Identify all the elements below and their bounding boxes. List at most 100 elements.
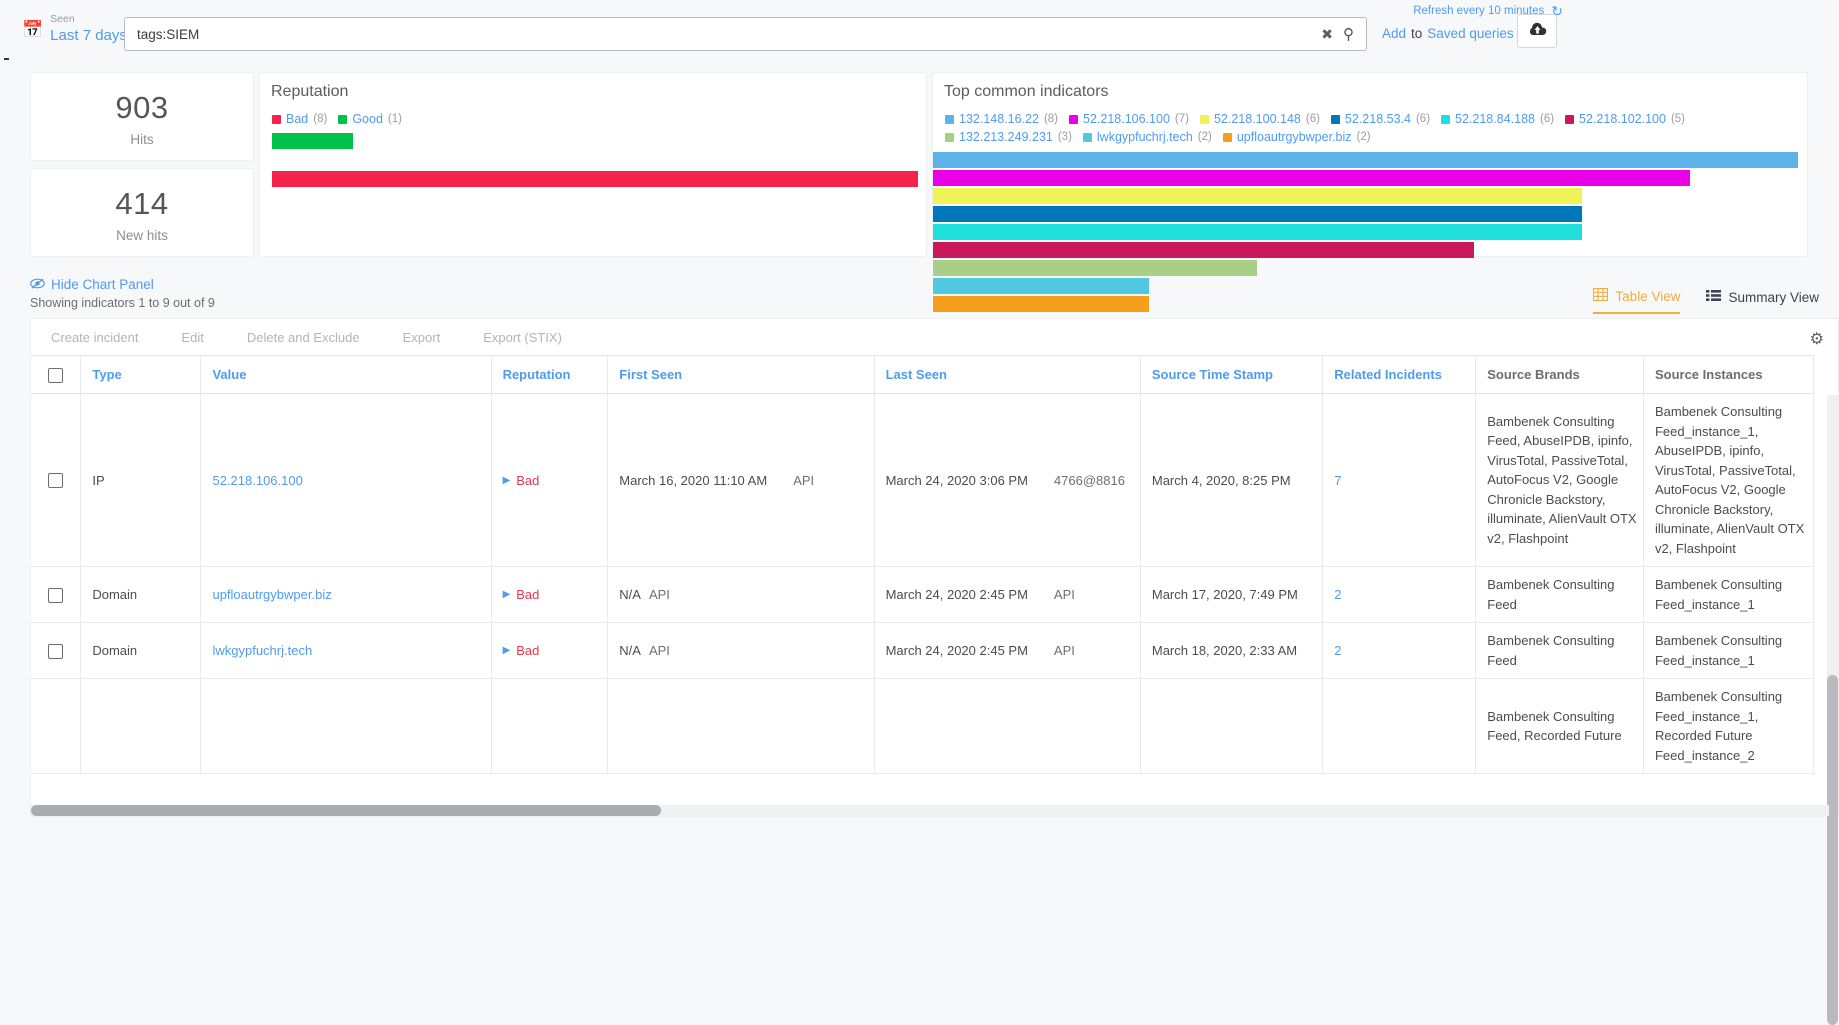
indicator-value-link[interactable]: upfloautrgybwper.biz [212, 587, 331, 602]
indicator-bar[interactable] [933, 206, 1582, 222]
indicator-bar[interactable] [933, 278, 1149, 294]
saved-queries-link[interactable]: Saved queries [1427, 26, 1513, 41]
row-checkbox-cell[interactable] [31, 623, 81, 679]
action-edit[interactable]: Edit [181, 330, 203, 345]
legend-label[interactable]: 132.148.16.22 [959, 112, 1039, 126]
search-input[interactable] [125, 27, 1313, 42]
new-hits-value: 414 [31, 186, 253, 222]
legend-label[interactable]: 132.213.249.231 [959, 130, 1053, 144]
hide-chart-panel-button[interactable]: Hide Chart Panel [30, 277, 154, 292]
legend-label[interactable]: 52.218.106.100 [1083, 112, 1170, 126]
indicator-legend-item[interactable]: 132.148.16.22 (8) [945, 112, 1058, 126]
first-seen-source: API [649, 587, 670, 602]
action-export-stix[interactable]: Export (STIX) [483, 330, 562, 345]
indicator-bar[interactable] [933, 296, 1149, 312]
first-seen-date: N/A [619, 587, 641, 602]
last-seen-source: API [1054, 643, 1075, 658]
seen-date-range-picker[interactable]: 📅 Seen Last 7 days▼ [22, 14, 140, 44]
table-vertical-scrollbar[interactable] [1827, 395, 1838, 805]
indicator-bar[interactable] [933, 188, 1582, 204]
indicator-value-link[interactable]: lwkgypfuchrj.tech [212, 643, 312, 658]
action-export[interactable]: Export [403, 330, 441, 345]
legend-label[interactable]: lwkgypfuchrj.tech [1097, 130, 1193, 144]
legend-label[interactable]: 52.218.100.148 [1214, 112, 1301, 126]
table-row[interactable]: Bambenek Consulting Feed, Recorded Futur… [31, 679, 1814, 774]
action-create-incident[interactable]: Create incident [51, 330, 138, 345]
indicator-legend-item[interactable]: lwkgypfuchrj.tech(2) [1083, 130, 1212, 144]
indicator-bar[interactable] [933, 152, 1798, 168]
related-incidents-link[interactable]: 2 [1334, 587, 1341, 602]
indicator-bar[interactable] [933, 170, 1690, 186]
action-delete-and-exclude[interactable]: Delete and Exclude [247, 330, 360, 345]
indicator-legend-item[interactable]: 52.218.84.188(6) [1441, 112, 1554, 126]
cell-source-brands: Bambenek Consulting Feed [1476, 623, 1644, 679]
cell-source-instances: Bambenek Consulting Feed_instance_1 [1643, 623, 1813, 679]
legend-label[interactable]: 52.218.102.100 [1579, 112, 1666, 126]
reputation-legend-item[interactable]: Bad(8) [272, 112, 327, 126]
indicators-table-panel: Create incident Edit Delete and Exclude … [30, 318, 1839, 817]
reputation-bar[interactable] [272, 171, 918, 187]
legend-swatch-icon [1331, 115, 1340, 124]
indicator-bar[interactable] [933, 260, 1257, 276]
col-type[interactable]: Type [81, 356, 201, 394]
legend-count: (6) [1416, 113, 1430, 125]
col-last-seen[interactable]: Last Seen [874, 356, 1140, 394]
reputation-bar-row [272, 171, 916, 188]
indicator-legend-item[interactable]: 132.213.249.231(3) [945, 130, 1072, 144]
indicators-title: Top common indicators [933, 73, 1807, 101]
col-source-instances: Source Instances [1643, 356, 1813, 394]
reputation-title: Reputation [260, 73, 926, 101]
row-checkbox-cell[interactable] [31, 567, 81, 623]
legend-label[interactable]: 52.218.84.188 [1455, 112, 1535, 126]
indicator-legend-item[interactable]: 52.218.53.4 (6) [1331, 112, 1430, 126]
indicator-legend-item[interactable]: upfloautrgybwper.biz(2) [1223, 130, 1371, 144]
table-row[interactable]: IP 52.218.106.100 ▶Bad March 16, 2020 11… [31, 394, 1814, 567]
related-incidents-link[interactable]: 7 [1334, 473, 1341, 488]
add-link[interactable]: Add [1382, 26, 1406, 41]
vertical-scroll-thumb[interactable] [1827, 675, 1838, 1025]
tab-table-view[interactable]: Table View [1593, 288, 1680, 314]
indicator-bar[interactable] [933, 242, 1474, 258]
row-checkbox-cell[interactable] [31, 679, 81, 774]
legend-label[interactable]: 52.218.53.4 [1345, 112, 1411, 126]
row-checkbox[interactable] [48, 473, 63, 488]
legend-count: (5) [1671, 113, 1685, 125]
col-related-incidents[interactable]: Related Incidents [1323, 356, 1476, 394]
col-source-time-stamp[interactable]: Source Time Stamp [1140, 356, 1322, 394]
legend-swatch-icon [1565, 115, 1574, 124]
table-row[interactable]: Domain upfloautrgybwper.biz ▶Bad N/AAPI … [31, 567, 1814, 623]
tab-summary-view[interactable]: Summary View [1706, 288, 1819, 314]
col-value[interactable]: Value [201, 356, 491, 394]
table-row[interactable]: Domain lwkgypfuchrj.tech ▶Bad N/AAPI Mar… [31, 623, 1814, 679]
new-hits-label: New hits [31, 228, 253, 243]
indicator-legend-item[interactable]: 52.218.106.100(7) [1069, 112, 1189, 126]
horizontal-scroll-thumb[interactable] [31, 805, 661, 816]
last-seen-date: March 24, 2020 2:45 PM [886, 587, 1028, 602]
search-icon[interactable]: ⚲ [1341, 25, 1366, 43]
search-bar[interactable]: ✖ ⚲ [124, 17, 1367, 51]
indicator-bar[interactable] [933, 224, 1582, 240]
first-seen-source: API [793, 473, 814, 488]
last-seen-source-link[interactable]: 4766@8816 [1054, 473, 1125, 488]
legend-swatch-icon [1441, 115, 1450, 124]
select-all-checkbox[interactable] [48, 368, 63, 383]
indicator-value-link[interactable]: 52.218.106.100 [212, 473, 302, 488]
clear-icon[interactable]: ✖ [1313, 26, 1341, 43]
row-checkbox[interactable] [48, 588, 63, 603]
legend-count: (8) [1044, 113, 1058, 125]
cell-reputation: ▶Bad [491, 567, 608, 623]
row-checkbox-cell[interactable] [31, 394, 81, 567]
export-button[interactable] [1517, 14, 1557, 48]
select-all-header[interactable] [31, 356, 81, 394]
related-incidents-link[interactable]: 2 [1334, 643, 1341, 658]
reputation-bar[interactable] [272, 133, 353, 149]
table-horizontal-scrollbar[interactable] [31, 805, 1829, 816]
indicator-legend-item[interactable]: 52.218.102.100 (5) [1565, 112, 1685, 126]
indicator-legend-item[interactable]: 52.218.100.148(6) [1200, 112, 1320, 126]
col-first-seen[interactable]: First Seen [608, 356, 874, 394]
row-checkbox[interactable] [48, 644, 63, 659]
col-reputation[interactable]: Reputation [491, 356, 608, 394]
reputation-legend-item[interactable]: Good(1) [338, 112, 402, 126]
legend-label[interactable]: upfloautrgybwper.biz [1237, 130, 1352, 144]
gear-icon[interactable]: ⚙ [1810, 329, 1824, 349]
